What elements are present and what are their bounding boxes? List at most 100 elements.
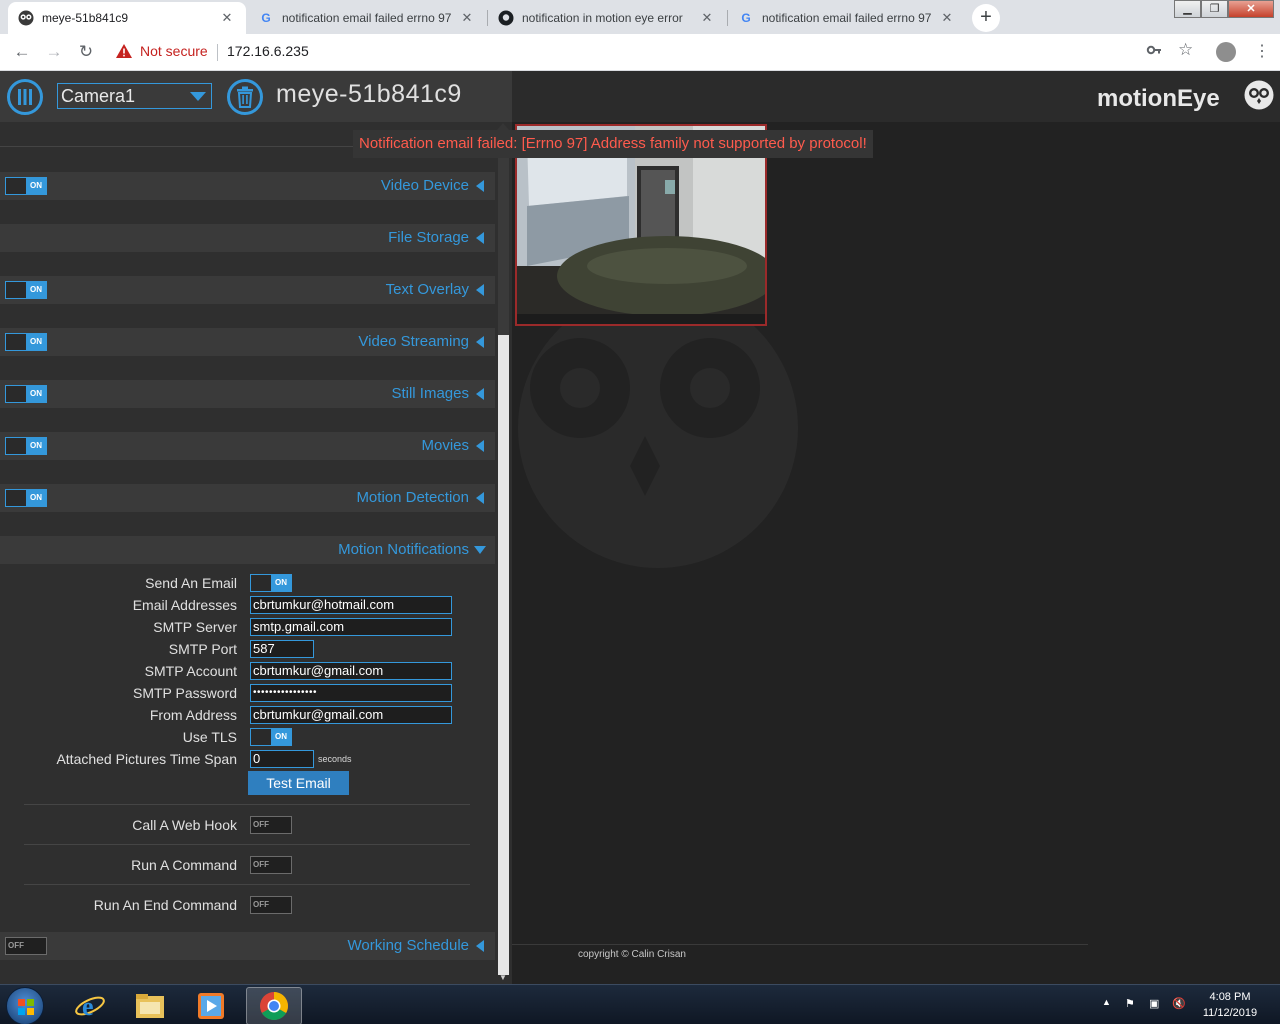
- scroll-down-icon[interactable]: ▼: [499, 973, 507, 982]
- screen: meye-51b841c9 ✕ G notification email fai…: [0, 0, 1280, 1024]
- restore-button[interactable]: ❐: [1201, 0, 1228, 18]
- camera-select[interactable]: Camera1: [57, 83, 212, 109]
- settings-toggle-button[interactable]: [7, 79, 43, 115]
- system-clock[interactable]: 4:08 PM 11/12/2019: [1196, 989, 1264, 1021]
- media-player-icon[interactable]: [183, 987, 239, 1024]
- remove-camera-button[interactable]: [227, 79, 263, 115]
- volume-muted-icon[interactable]: 🔇: [1172, 997, 1186, 1010]
- section-label: Movies: [421, 437, 469, 454]
- attached-time-span-label: Attached Pictures Time Span: [56, 751, 237, 767]
- new-tab-button[interactable]: +: [972, 4, 1000, 32]
- smtp-password-input[interactable]: ••••••••••••••••: [250, 684, 452, 702]
- profile-avatar[interactable]: [1216, 42, 1236, 62]
- close-window-button[interactable]: ✕: [1228, 0, 1274, 18]
- google-icon: G: [261, 11, 271, 25]
- url-field[interactable]: 172.16.6.235: [227, 43, 309, 59]
- security-label: Not secure: [140, 43, 208, 59]
- back-button[interactable]: ←: [10, 40, 34, 64]
- copyright-text: copyright © Calin Crisan: [578, 949, 686, 960]
- section-still-images[interactable]: ON Still Images: [0, 380, 495, 408]
- smtp-account-label: SMTP Account: [144, 663, 237, 679]
- bookmark-star-icon[interactable]: ☆: [1178, 40, 1193, 60]
- section-label: Motion Detection: [356, 489, 469, 506]
- working-schedule-toggle[interactable]: OFF: [5, 937, 47, 955]
- start-button[interactable]: [6, 987, 44, 1024]
- tab-title: notification email failed errno 97: [762, 11, 932, 25]
- tab-search-2[interactable]: G notification email failed errno 97 ✕: [728, 2, 966, 34]
- attached-time-span-input[interactable]: 0: [250, 750, 314, 768]
- camera-area: copyright © Calin Crisan: [512, 122, 1280, 984]
- file-explorer-icon[interactable]: [122, 987, 178, 1024]
- smtp-port-input[interactable]: 587: [250, 640, 314, 658]
- smtp-server-label: SMTP Server: [153, 619, 237, 635]
- scrollbar-thumb[interactable]: [498, 335, 509, 975]
- browser-tab-strip: meye-51b841c9 ✕ G notification email fai…: [0, 0, 1280, 34]
- section-file-storage[interactable]: File Storage: [0, 224, 495, 252]
- close-tab-icon[interactable]: ✕: [218, 10, 236, 26]
- error-notification[interactable]: Notification email failed: [Errno 97] Ad…: [353, 130, 873, 158]
- section-video-streaming[interactable]: ON Video Streaming: [0, 328, 495, 356]
- tab-github[interactable]: notification in motion eye error ✕: [488, 2, 726, 34]
- run-end-command-toggle[interactable]: OFF: [250, 896, 292, 914]
- chevron-down-icon: [474, 546, 486, 554]
- tab-title: notification in motion eye error: [522, 11, 683, 25]
- movies-toggle[interactable]: ON: [5, 437, 47, 455]
- email-addresses-input[interactable]: cbrtumkur@hotmail.com: [250, 596, 452, 614]
- chevron-left-icon: [476, 284, 484, 296]
- smtp-server-input[interactable]: smtp.gmail.com: [250, 618, 452, 636]
- text-overlay-toggle[interactable]: ON: [5, 281, 47, 299]
- show-hidden-icons-icon[interactable]: ▲: [1102, 997, 1111, 1007]
- section-video-device[interactable]: ON Video Device: [0, 172, 495, 200]
- close-tab-icon[interactable]: ✕: [938, 10, 956, 26]
- close-tab-icon[interactable]: ✕: [458, 10, 476, 26]
- section-motion-notifications[interactable]: Motion Notifications: [0, 536, 495, 564]
- section-label: File Storage: [388, 229, 469, 246]
- motioneye-owl-icon: [18, 10, 34, 26]
- section-movies[interactable]: ON Movies: [0, 432, 495, 460]
- motion-detection-toggle[interactable]: ON: [5, 489, 47, 507]
- minimize-button[interactable]: ▁: [1174, 0, 1201, 18]
- section-working-schedule[interactable]: OFF Working Schedule: [0, 932, 495, 960]
- internet-explorer-icon[interactable]: e: [62, 987, 118, 1024]
- smtp-account-input[interactable]: cbrtumkur@gmail.com: [250, 662, 452, 680]
- google-icon: G: [741, 11, 751, 25]
- windows-logo-icon: [18, 999, 34, 1015]
- tab-search-1[interactable]: G notification email failed errno 97 ✕: [248, 2, 486, 34]
- section-text-overlay[interactable]: ON Text Overlay: [0, 276, 495, 304]
- camera-select-value: Camera1: [61, 86, 136, 106]
- use-tls-toggle[interactable]: ON: [250, 728, 292, 746]
- security-indicator[interactable]: Not secure: [116, 43, 208, 59]
- use-tls-label: Use TLS: [182, 729, 237, 745]
- section-label: Text Overlay: [385, 281, 469, 298]
- still-images-toggle[interactable]: ON: [5, 385, 47, 403]
- clock-time: 4:08 PM: [1209, 991, 1251, 1003]
- tab-title: meye-51b841c9: [42, 11, 129, 25]
- trash-icon: [237, 86, 253, 108]
- forward-button[interactable]: →: [42, 40, 66, 64]
- send-email-toggle[interactable]: ON: [250, 574, 292, 592]
- form-divider: [24, 884, 470, 885]
- reload-button[interactable]: ↻: [74, 40, 98, 64]
- network-icon[interactable]: ▣: [1149, 997, 1159, 1010]
- web-hook-label: Call A Web Hook: [132, 817, 237, 833]
- tab-motioneye[interactable]: meye-51b841c9 ✕: [8, 2, 246, 34]
- key-icon[interactable]: [1146, 42, 1162, 62]
- chevron-left-icon: [476, 940, 484, 952]
- run-command-toggle[interactable]: OFF: [250, 856, 292, 874]
- video-streaming-toggle[interactable]: ON: [5, 333, 47, 351]
- from-address-input[interactable]: cbrtumkur@gmail.com: [250, 706, 452, 724]
- section-motion-detection[interactable]: ON Motion Detection: [0, 484, 495, 512]
- chrome-taskbar-icon[interactable]: [246, 987, 302, 1024]
- run-command-label: Run A Command: [131, 857, 237, 873]
- action-center-flag-icon[interactable]: ⚑: [1125, 997, 1135, 1010]
- email-addresses-label: Email Addresses: [132, 597, 237, 613]
- close-tab-icon[interactable]: ✕: [698, 10, 716, 26]
- menu-dots-icon[interactable]: ⋮: [1254, 41, 1270, 61]
- chevron-left-icon: [476, 492, 484, 504]
- video-device-toggle[interactable]: ON: [5, 177, 47, 195]
- test-email-button[interactable]: Test Email: [248, 771, 349, 795]
- web-hook-toggle[interactable]: OFF: [250, 816, 292, 834]
- settings-scrollbar[interactable]: ▲ ▼: [495, 122, 512, 984]
- section-label: Still Images: [391, 385, 469, 402]
- chevron-left-icon: [476, 232, 484, 244]
